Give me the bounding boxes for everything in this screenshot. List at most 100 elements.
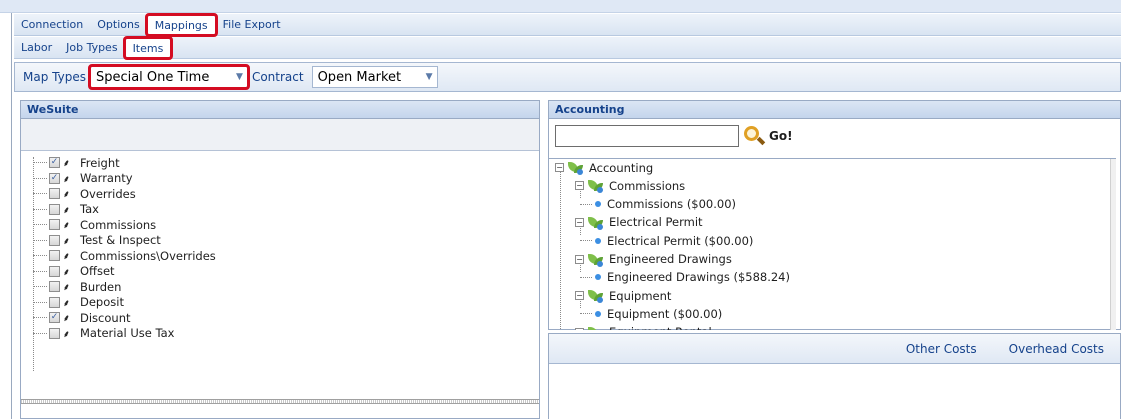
sub-tab-bar: Labor Job Types Items <box>14 35 1121 60</box>
item-checkbox[interactable] <box>49 203 60 215</box>
tree-connector <box>33 208 47 210</box>
tree-leaf[interactable]: Commissions ($00.00) <box>595 196 736 213</box>
wheat-icon: ⸙ <box>63 236 70 247</box>
item-checkbox[interactable] <box>49 234 60 246</box>
accounting-search-input[interactable] <box>555 125 739 147</box>
tree-guide-line <box>580 225 581 235</box>
tree-connector <box>580 203 592 205</box>
item-checkbox[interactable]: ✓ <box>49 312 60 324</box>
list-item[interactable]: ✓ ⸙ Discount <box>21 310 539 326</box>
item-label: Tax <box>80 202 99 217</box>
item-checkbox[interactable] <box>49 188 60 200</box>
map-types-select[interactable]: Special One Time ▼ <box>87 64 250 90</box>
tree-root-label: Accounting <box>589 160 654 175</box>
item-checkbox[interactable] <box>49 250 60 262</box>
tree-leaf[interactable]: Electrical Permit ($00.00) <box>595 232 753 249</box>
account-leaf-icon <box>588 180 603 194</box>
tab-file-export[interactable]: File Export <box>216 15 288 35</box>
tree-group[interactable]: − Electrical Permit <box>575 214 703 231</box>
wheat-icon: ⸙ <box>63 314 70 325</box>
list-item[interactable]: ⸙ Deposit <box>21 295 539 311</box>
list-item[interactable]: ✓ ⸙ Freight <box>21 155 539 171</box>
left-rail <box>0 13 12 419</box>
accounting-search-row: Go! <box>549 119 1120 149</box>
tab-options[interactable]: Options <box>90 15 146 35</box>
tree-guide-line <box>580 189 581 199</box>
tree-group[interactable]: − Commissions <box>575 177 685 194</box>
item-label: Commissions\Overrides <box>80 248 216 263</box>
bullet-icon <box>595 237 601 244</box>
tree-connector <box>33 255 47 256</box>
accounting-panel: Accounting Go! − Accounting − Commissions Co… <box>548 100 1121 330</box>
tree-connector <box>33 317 47 318</box>
bullet-icon <box>595 201 601 208</box>
list-item[interactable]: ⸙ Commissions\Overrides <box>21 248 539 264</box>
item-checkbox[interactable]: ✓ <box>49 172 60 184</box>
item-checkbox[interactable] <box>49 265 60 277</box>
tab-job-types[interactable]: Job Types <box>59 38 124 58</box>
tree-connector <box>33 224 47 225</box>
list-item[interactable]: ⸙ Commissions <box>21 217 539 233</box>
tree-group-label: Equipment Rental <box>609 325 712 330</box>
contract-select[interactable]: Open Market ▼ <box>311 66 438 88</box>
search-icon[interactable] <box>743 126 766 146</box>
list-item[interactable]: ⸙ Offset <box>21 264 539 280</box>
list-item[interactable]: ⸙ Tax <box>21 202 539 218</box>
accounting-header: Accounting <box>549 101 1120 119</box>
wesuite-panel: WeSuite ✓ ⸙ Freight ✓ ⸙ Warranty ⸙ Overrides ⸙ Ta… <box>20 100 540 419</box>
account-leaf-icon <box>588 326 603 330</box>
tab-overhead-costs[interactable]: Overhead Costs <box>993 339 1120 359</box>
tree-group-label: Electrical Permit <box>609 215 703 230</box>
tree-group[interactable]: − Equipment Rental <box>575 324 712 330</box>
wheat-icon: ⸙ <box>63 205 70 216</box>
list-item[interactable]: ⸙ Overrides <box>21 186 539 202</box>
chevron-down-icon[interactable]: ▼ <box>236 72 243 82</box>
tab-other-costs[interactable]: Other Costs <box>890 339 993 359</box>
tree-leaf[interactable]: Engineered Drawings ($588.24) <box>595 269 790 286</box>
wheat-icon: ⸙ <box>63 159 70 170</box>
tree-connector <box>33 239 47 241</box>
chevron-down-icon[interactable]: ▼ <box>426 72 433 82</box>
item-checkbox[interactable]: ✓ <box>49 157 60 169</box>
collapse-icon[interactable]: − <box>575 327 584 330</box>
tree-connector <box>33 332 47 334</box>
list-item[interactable]: ✓ ⸙ Warranty <box>21 171 539 187</box>
tree-leaf[interactable]: Equipment ($00.00) <box>595 305 722 322</box>
tree-root[interactable]: − Accounting <box>555 159 653 176</box>
tab-mappings[interactable]: Mappings <box>144 12 218 37</box>
bullet-icon <box>595 310 601 317</box>
tree-group[interactable]: − Engineered Drawings <box>575 251 732 268</box>
go-button[interactable]: Go! <box>769 129 793 143</box>
item-checkbox[interactable] <box>49 281 60 293</box>
item-label: Material Use Tax <box>80 326 175 341</box>
wheat-icon: ⸙ <box>63 174 70 185</box>
tree-group[interactable]: − Equipment <box>575 287 671 304</box>
tab-labor[interactable]: Labor <box>14 38 59 58</box>
wheat-icon: ⸙ <box>63 221 70 232</box>
tab-items[interactable]: Items <box>122 35 174 60</box>
map-types-label: Map Types <box>23 70 86 84</box>
list-item[interactable]: ⸙ Material Use Tax <box>21 326 539 342</box>
list-item[interactable]: ⸙ Burden <box>21 279 539 295</box>
tree-guide-line <box>580 299 581 309</box>
wheat-icon: ⸙ <box>63 190 70 201</box>
account-leaf-icon <box>588 216 603 230</box>
list-item[interactable]: ⸙ Test & Inspect <box>21 233 539 249</box>
item-label: Deposit <box>80 295 124 310</box>
wesuite-filter-strip <box>21 119 539 151</box>
costs-panel: Other Costs Overhead Costs <box>548 333 1121 419</box>
tree-leaf-label: Equipment ($00.00) <box>607 306 723 321</box>
item-checkbox[interactable] <box>49 296 60 308</box>
account-leaf-icon <box>588 290 603 304</box>
tree-leaf-label: Commissions ($00.00) <box>607 197 737 212</box>
tab-connection[interactable]: Connection <box>14 15 90 35</box>
vertical-scrollbar[interactable] <box>1110 159 1116 330</box>
item-checkbox[interactable] <box>49 327 60 339</box>
contract-value: Open Market <box>317 69 402 85</box>
costs-tab-bar: Other Costs Overhead Costs <box>549 334 1120 364</box>
account-leaf-icon <box>568 162 583 175</box>
tree-connector <box>33 301 47 303</box>
tree-leaf-label: Engineered Drawings ($588.24) <box>607 270 790 285</box>
item-checkbox[interactable] <box>49 219 60 231</box>
tree-guide-line <box>560 171 561 330</box>
